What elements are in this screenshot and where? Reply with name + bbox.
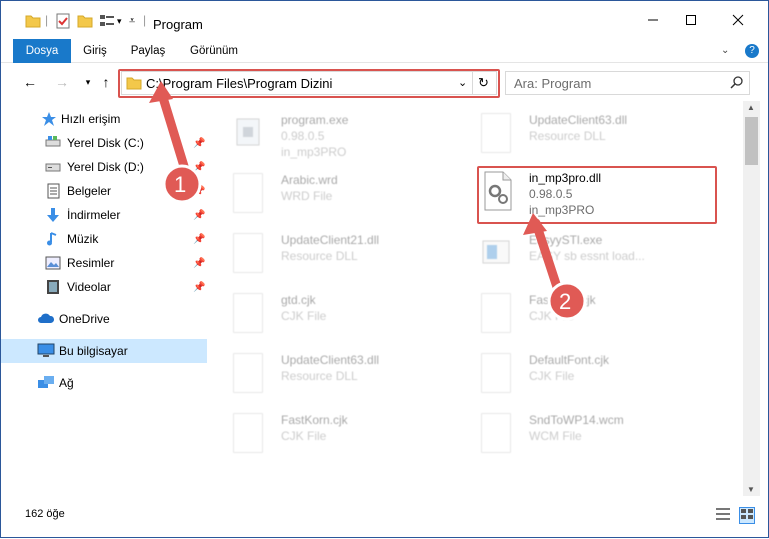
tiles-view-icon[interactable] (739, 507, 755, 524)
annotation-layer (149, 81, 587, 321)
step-2-label: 2 (559, 289, 572, 314)
item-count: 162 öğe (25, 508, 65, 520)
step-1-label: 1 (174, 172, 187, 197)
status-bar: 162 öğe (1, 496, 768, 537)
details-view-icon[interactable] (715, 507, 731, 524)
explorer-window: | ▾ ⩡ | Program Dosya Giriş Paylaş Görün… (0, 0, 769, 538)
